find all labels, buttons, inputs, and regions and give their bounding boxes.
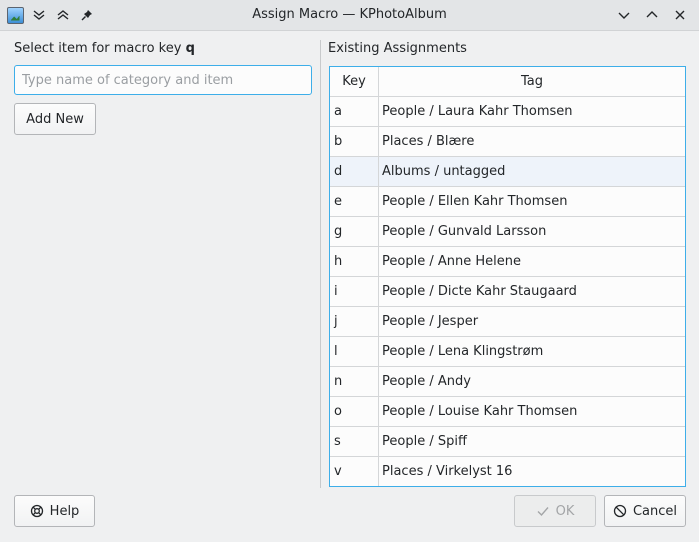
table-body: a People / Laura Kahr Thomsen b Places / Bl… xyxy=(330,97,685,486)
column-header-tag[interactable]: Tag xyxy=(379,67,685,96)
title-bar: Assign Macro — KPhotoAlbum xyxy=(0,0,699,31)
row-key-cell: e xyxy=(330,187,379,216)
row-key-cell: d xyxy=(330,157,379,186)
table-row[interactable]: b Places / Blære xyxy=(330,127,685,157)
macro-key-value: q xyxy=(185,41,195,56)
ok-button-label: OK xyxy=(555,503,575,519)
existing-assignments-label: Existing Assignments xyxy=(328,41,467,56)
category-item-search-input[interactable] xyxy=(14,65,312,95)
minimize-icon[interactable] xyxy=(615,6,633,24)
row-tag-cell: Places / Virkelyst 16 xyxy=(382,464,513,479)
row-key-cell: n xyxy=(330,367,379,396)
table-row[interactable]: s People / Spiff xyxy=(330,427,685,457)
macro-key-label: Select item for macro key q xyxy=(14,41,195,56)
cancel-button[interactable]: Cancel xyxy=(604,495,686,527)
row-key-cell: l xyxy=(330,337,379,366)
row-key-cell: a xyxy=(330,97,379,126)
row-key-cell: o xyxy=(330,397,379,426)
table-row[interactable]: n People / Andy xyxy=(330,367,685,397)
add-new-button[interactable]: Add New xyxy=(14,103,96,135)
checkmark-icon xyxy=(536,504,550,518)
column-header-key[interactable]: Key xyxy=(330,67,379,96)
row-tag-cell: Places / Blære xyxy=(382,134,475,149)
row-tag-cell: People / Ellen Kahr Thomsen xyxy=(382,194,568,209)
table-row[interactable]: o People / Louise Kahr Thomsen xyxy=(330,397,685,427)
table-row[interactable]: v Places / Virkelyst 16 xyxy=(330,457,685,486)
row-tag-cell: People / Louise Kahr Thomsen xyxy=(382,404,578,419)
row-tag-cell: People / Spiff xyxy=(382,434,467,449)
table-row[interactable]: h People / Anne Helene xyxy=(330,247,685,277)
row-tag-cell: People / Andy xyxy=(382,374,471,389)
row-tag-cell: People / Lena Klingstrøm xyxy=(382,344,544,359)
table-row[interactable]: a People / Laura Kahr Thomsen xyxy=(330,97,685,127)
row-tag-cell: People / Anne Helene xyxy=(382,254,521,269)
row-key-cell: h xyxy=(330,247,379,276)
table-row[interactable]: l People / Lena Klingstrøm xyxy=(330,337,685,367)
help-button[interactable]: Help xyxy=(14,495,95,527)
row-tag-cell: People / Jesper xyxy=(382,314,479,329)
close-icon[interactable] xyxy=(671,6,689,24)
row-tag-cell: People / Gunvald Larsson xyxy=(382,224,547,239)
help-lifebuoy-icon xyxy=(30,504,44,518)
help-button-label: Help xyxy=(49,503,80,519)
row-key-cell: j xyxy=(330,307,379,336)
row-key-cell: b xyxy=(330,127,379,156)
table-row[interactable]: j People / Jesper xyxy=(330,307,685,337)
table-row[interactable]: e People / Ellen Kahr Thomsen xyxy=(330,187,685,217)
table-row[interactable]: i People / Dicte Kahr Staugaard xyxy=(330,277,685,307)
row-key-cell: g xyxy=(330,217,379,246)
macro-key-label-text: Select item for macro key xyxy=(14,41,186,56)
pane-splitter[interactable] xyxy=(320,40,321,488)
cancel-button-label: Cancel xyxy=(632,503,678,519)
row-key-cell: v xyxy=(330,457,379,486)
row-key-cell: i xyxy=(330,277,379,306)
window-title: Assign Macro — KPhotoAlbum xyxy=(252,7,447,22)
row-key-cell: s xyxy=(330,427,379,456)
row-tag-cell: Albums / untagged xyxy=(382,164,506,179)
table-row[interactable]: d Albums / untagged xyxy=(330,157,685,187)
ok-button[interactable]: OK xyxy=(514,495,596,527)
assignments-table[interactable]: Key Tag a People / Laura Kahr Thomsen b Pla… xyxy=(329,66,686,487)
cancel-icon xyxy=(613,504,627,518)
row-tag-cell: People / Dicte Kahr Staugaard xyxy=(382,284,577,299)
row-tag-cell: People / Laura Kahr Thomsen xyxy=(382,104,573,119)
table-header: Key Tag xyxy=(330,67,685,97)
maximize-icon[interactable] xyxy=(643,6,661,24)
table-row[interactable]: g People / Gunvald Larsson xyxy=(330,217,685,247)
